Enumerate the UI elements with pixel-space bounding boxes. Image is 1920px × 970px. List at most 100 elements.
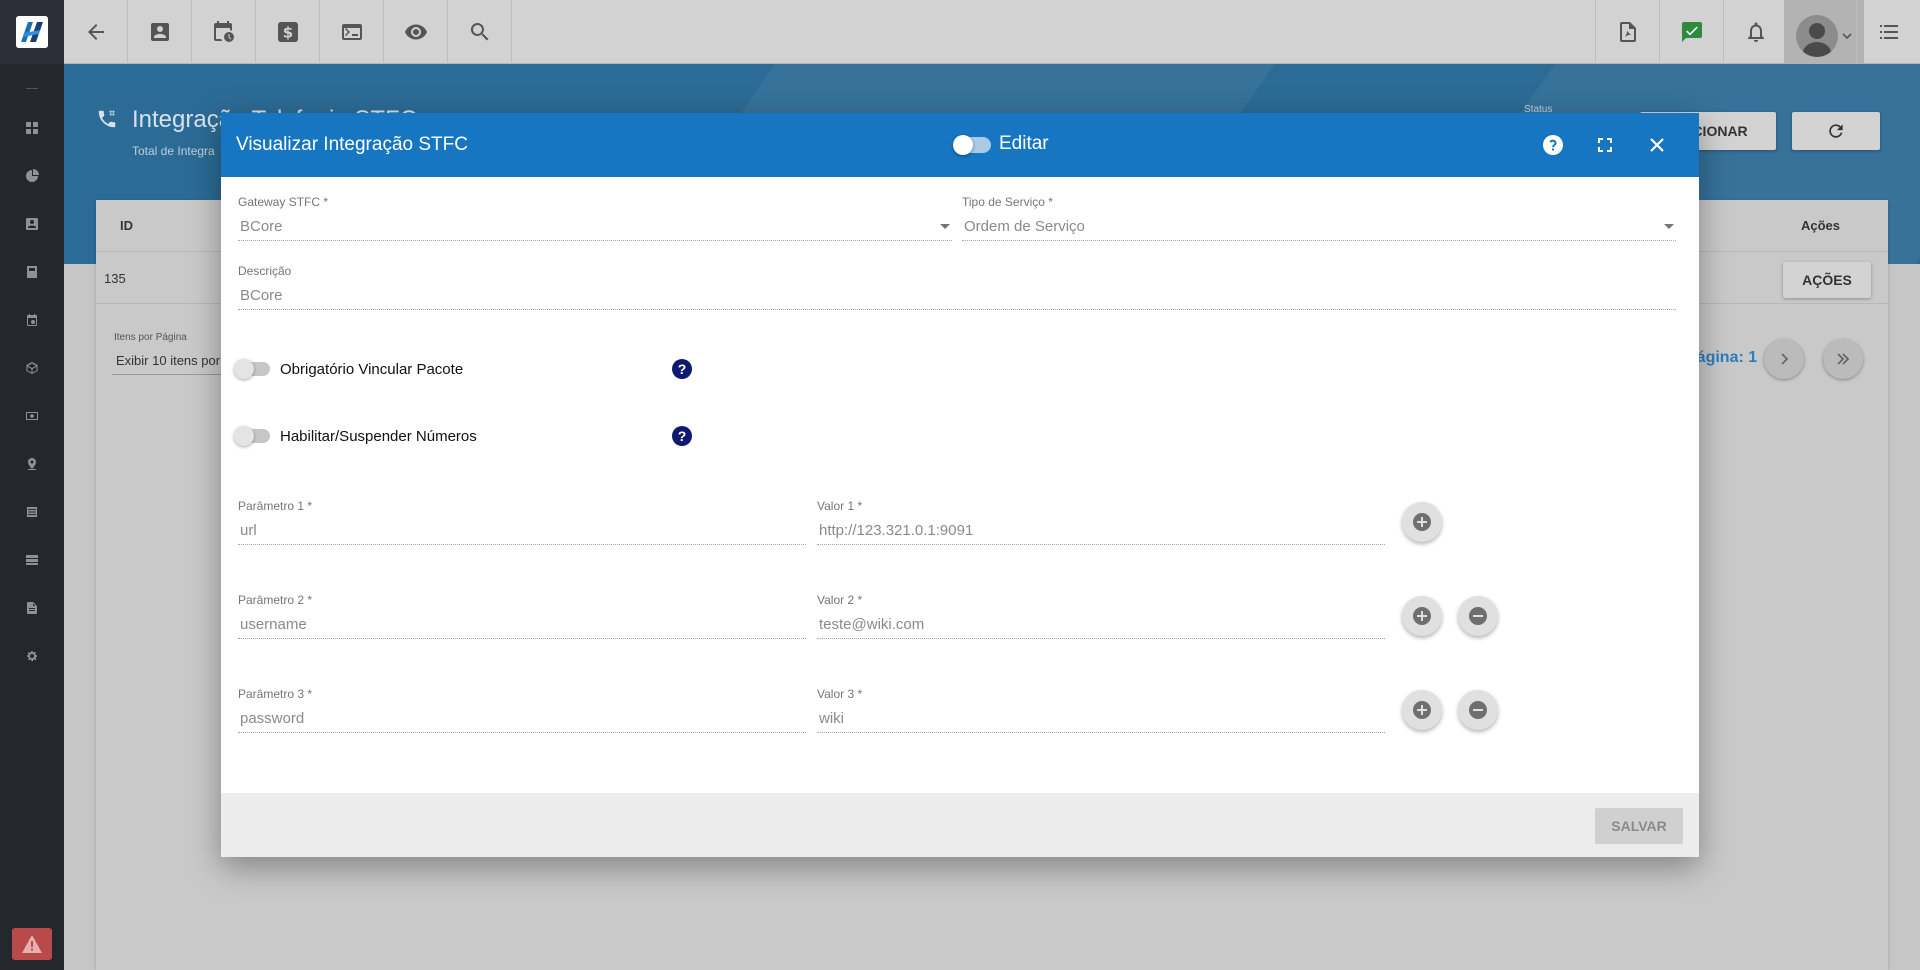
close-icon	[1650, 138, 1664, 152]
sidebar-item-schedule[interactable]	[0, 296, 64, 344]
plus-icon	[1413, 513, 1431, 531]
param-1-label: Parâmetro 1 *	[238, 499, 313, 513]
edit-toggle[interactable]	[953, 135, 991, 155]
add-param-button[interactable]	[1402, 690, 1442, 730]
chat-check-icon	[1681, 22, 1702, 42]
fullscreen-icon	[1598, 138, 1612, 152]
save-button[interactable]: SALVAR	[1595, 808, 1683, 844]
row-actions-button[interactable]: AÇÕES	[1783, 262, 1871, 298]
fullscreen-button[interactable]	[1591, 131, 1619, 159]
sidebar-item-documents[interactable]	[0, 248, 64, 296]
file-icon	[27, 602, 37, 614]
add-param-button[interactable]	[1402, 596, 1442, 636]
view-button[interactable]	[384, 0, 448, 64]
add-param-button[interactable]	[1402, 502, 1442, 542]
terminal-button[interactable]	[320, 0, 384, 64]
calendar-icon	[27, 314, 37, 326]
plus-icon	[1413, 701, 1431, 719]
description-input[interactable]: BCore	[240, 287, 283, 304]
sidebar-item-servers[interactable]	[0, 536, 64, 584]
close-button[interactable]	[1643, 131, 1671, 159]
refresh-icon	[1829, 124, 1843, 138]
plus-icon	[1413, 607, 1431, 625]
service-type-underline	[962, 240, 1676, 241]
gateway-label: Gateway STFC *	[238, 195, 329, 209]
user-menu[interactable]	[1784, 0, 1864, 72]
gear-icon	[27, 651, 37, 662]
help-button[interactable]	[1539, 131, 1567, 159]
chevron-right-icon	[1781, 353, 1789, 365]
per-page-underline	[112, 374, 222, 375]
app-logo[interactable]	[0, 0, 64, 64]
gateway-select[interactable]: BCore	[240, 218, 283, 235]
view-integration-dialog: Visualizar Integração STFC Editar Gatewa…	[221, 113, 1699, 857]
bell-icon	[1747, 22, 1764, 42]
value-2-input[interactable]: teste@wiki.com	[819, 616, 924, 633]
back-button[interactable]	[64, 0, 128, 64]
sidebar-item-files[interactable]	[0, 584, 64, 632]
pie-chart-icon	[26, 169, 39, 182]
finance-button[interactable]: $	[256, 0, 320, 64]
param-3-input[interactable]: password	[240, 710, 304, 727]
svg-text:$: $	[282, 24, 292, 42]
numbers-help-icon[interactable]: ?	[672, 426, 692, 446]
sidebar-item-contacts[interactable]	[0, 200, 64, 248]
param-2-underline	[238, 638, 806, 639]
service-type-select[interactable]: Ordem de Serviço	[964, 218, 1085, 235]
minus-icon	[1469, 701, 1487, 719]
page-subtitle: Total de Integra	[132, 144, 215, 158]
calendar-clock-icon	[213, 21, 234, 42]
param-2-input[interactable]: username	[240, 616, 307, 633]
next-page-button[interactable]	[1764, 339, 1804, 379]
row-id: 135	[104, 271, 126, 286]
param-1-underline	[238, 544, 806, 545]
dollar-icon: $	[277, 22, 298, 42]
eye-icon	[404, 24, 427, 40]
sidebar-item-map[interactable]	[0, 440, 64, 488]
param-3-label: Parâmetro 3 *	[238, 687, 313, 701]
package-toggle[interactable]	[234, 359, 270, 379]
avatar	[1796, 15, 1838, 57]
sidebar-item-list[interactable]	[0, 488, 64, 536]
box-icon	[26, 362, 38, 374]
sidebar-item-dashboard[interactable]	[0, 104, 64, 152]
last-page-button[interactable]	[1823, 339, 1863, 379]
search-button[interactable]	[448, 0, 512, 64]
sidebar-item-reports[interactable]	[0, 152, 64, 200]
dialog-footer: SALVAR	[221, 793, 1699, 857]
alert-button[interactable]	[12, 928, 52, 960]
pdf-file-icon	[1619, 22, 1636, 42]
tasks-button[interactable]	[1659, 0, 1723, 64]
menu-button[interactable]	[1856, 0, 1920, 64]
sidebar-item-inventory[interactable]	[0, 344, 64, 392]
param-1-input[interactable]: url	[240, 522, 257, 539]
chevron-down-icon	[1842, 33, 1852, 40]
contacts-button[interactable]	[128, 0, 192, 64]
search-icon	[470, 23, 488, 41]
dashboard-icon	[26, 122, 38, 134]
refresh-button[interactable]	[1792, 112, 1880, 150]
sidebar-divider	[26, 88, 38, 89]
description-label: Descrição	[238, 264, 292, 278]
edit-toggle-label: Editar	[999, 133, 1049, 154]
value-3-input[interactable]: wiki	[819, 710, 844, 727]
remove-param-button[interactable]	[1458, 690, 1498, 730]
value-1-input[interactable]: http://123.321.0.1:9091	[819, 522, 973, 539]
remove-param-button[interactable]	[1458, 596, 1498, 636]
schedule-button[interactable]	[192, 0, 256, 64]
money-icon	[26, 412, 38, 420]
numbers-toggle[interactable]	[234, 426, 270, 446]
per-page-select[interactable]: Exibir 10 itens por	[116, 353, 220, 368]
per-page-label: Itens por Página	[114, 332, 187, 343]
notifications-button[interactable]	[1723, 0, 1787, 64]
pdf-button[interactable]	[1595, 0, 1659, 64]
param-2-label: Parâmetro 2 *	[238, 593, 313, 607]
list-icon	[27, 507, 37, 517]
sidebar-item-settings[interactable]	[0, 632, 64, 680]
package-help-icon[interactable]: ?	[672, 359, 692, 379]
map-pin-icon	[28, 458, 36, 470]
value-3-underline	[817, 732, 1385, 733]
terminal-icon	[341, 24, 362, 40]
double-chevron-right-icon	[1837, 353, 1850, 365]
sidebar-item-finance[interactable]	[0, 392, 64, 440]
